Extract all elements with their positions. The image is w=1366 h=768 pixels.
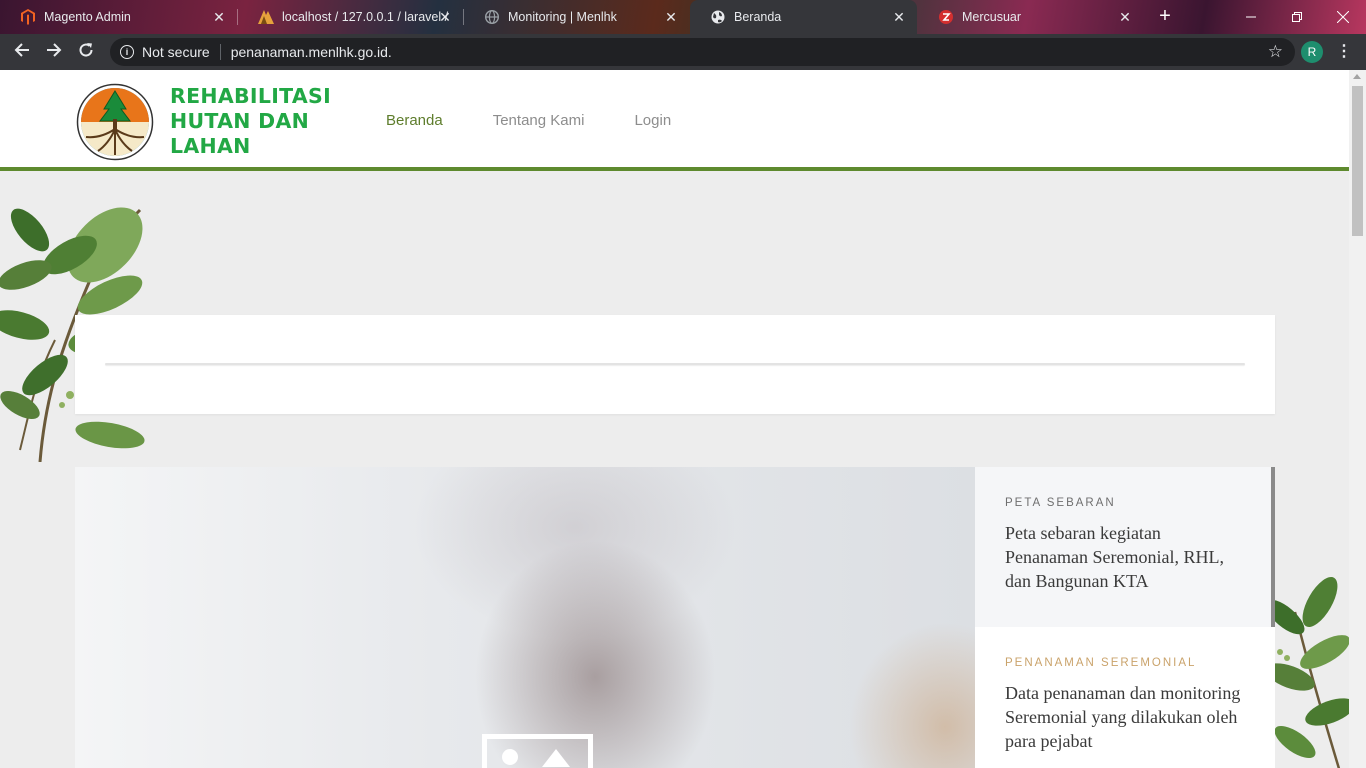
- arrow-left-icon: [14, 43, 29, 57]
- back-button[interactable]: [10, 40, 34, 64]
- profile-avatar[interactable]: R: [1301, 41, 1323, 63]
- browser-tab-monitoring[interactable]: Monitoring | Menlhk ✕: [464, 0, 689, 34]
- restore-button[interactable]: [1274, 0, 1320, 34]
- arrow-right-icon: [47, 43, 62, 57]
- klhk-logo-icon[interactable]: [76, 83, 154, 161]
- close-icon[interactable]: ✕: [663, 9, 679, 25]
- browser-tab-phpmyadmin[interactable]: localhost / 127.0.0.1 / laravel / ✕: [238, 0, 463, 34]
- search-card: [75, 315, 1275, 414]
- feature-list-scroll-indicator: [1271, 467, 1275, 627]
- browser-tab-magento[interactable]: Magento Admin ✕: [0, 0, 237, 34]
- tab-label: Mercusuar: [962, 10, 1022, 24]
- reload-button[interactable]: [74, 40, 98, 64]
- close-icon[interactable]: ✕: [437, 9, 453, 25]
- close-icon[interactable]: ✕: [211, 9, 227, 25]
- bookmark-star-icon[interactable]: ☆: [1268, 42, 1283, 62]
- feature-kicker: PETA SEBARAN: [1005, 497, 1116, 509]
- close-icon[interactable]: ✕: [1117, 9, 1133, 25]
- info-icon[interactable]: i: [120, 45, 134, 59]
- site-header: REHABILITASI HUTAN DAN LAHAN Beranda Ten…: [0, 70, 1349, 171]
- image-placeholder-icon: [482, 734, 593, 768]
- brand-line-1: REHABILITASI: [170, 84, 332, 108]
- browser-toolbar: i Not secure penanaman.menlhk.go.id. ☆: [0, 34, 1366, 70]
- brand-title[interactable]: REHABILITASI HUTAN DAN LAHAN: [170, 84, 331, 159]
- close-window-button[interactable]: [1320, 0, 1366, 34]
- feature-kicker: PENANAMAN SEREMONIAL: [1005, 657, 1197, 669]
- url-text[interactable]: penanaman.menlhk.go.id.: [231, 44, 392, 60]
- feature-list: PETA SEBARAN Peta sebaran kegiatan Penan…: [975, 467, 1275, 768]
- address-bar[interactable]: i Not secure penanaman.menlhk.go.id. ☆: [110, 38, 1295, 66]
- nav-item-login[interactable]: Login: [634, 112, 671, 129]
- globe-icon: [484, 9, 500, 25]
- address-divider: [219, 44, 221, 60]
- minimize-icon: [1246, 16, 1256, 18]
- tab-label: Magento Admin: [44, 10, 131, 24]
- browser-menu-icon[interactable]: ⋮: [1336, 41, 1352, 63]
- tab-label: localhost / 127.0.0.1 / laravel /: [282, 10, 449, 24]
- nav-item-tentang-kami[interactable]: Tentang Kami: [493, 112, 585, 129]
- restore-icon: [1292, 12, 1302, 22]
- nav-item-beranda[interactable]: Beranda: [386, 112, 443, 129]
- minimize-button[interactable]: [1228, 0, 1274, 34]
- tab-label: Monitoring | Menlhk: [508, 10, 617, 24]
- close-icon[interactable]: ✕: [891, 9, 907, 25]
- phpmyadmin-icon: [258, 9, 274, 25]
- feature-item-penanaman-seremonial[interactable]: PENANAMAN SEREMONIAL Data penanaman dan …: [975, 627, 1275, 768]
- leaves-decoration-icon: [1265, 577, 1349, 768]
- forward-button[interactable]: [42, 40, 66, 64]
- scrollbar-thumb[interactable]: [1352, 86, 1363, 236]
- brand-line-2: HUTAN DAN: [170, 109, 310, 133]
- search-input[interactable]: [105, 363, 1245, 365]
- browser-tab-bar: Magento Admin ✕ localhost / 127.0.0.1 / …: [0, 0, 1366, 34]
- mercusuar-icon: [938, 9, 954, 25]
- brand-line-3: LAHAN: [170, 134, 251, 158]
- magento-icon: [20, 9, 36, 25]
- close-icon: [1337, 11, 1349, 23]
- browser-tab-mercusuar[interactable]: Mercusuar ✕: [918, 0, 1143, 34]
- main-nav: Beranda Tentang Kami Login: [386, 112, 721, 129]
- scroll-up-icon[interactable]: [1353, 74, 1361, 79]
- page-scrollbar[interactable]: [1349, 70, 1366, 768]
- feature-item-peta-sebaran[interactable]: PETA SEBARAN Peta sebaran kegiatan Penan…: [975, 467, 1275, 627]
- tab-label: Beranda: [734, 10, 782, 24]
- page-viewport: REHABILITASI HUTAN DAN LAHAN Beranda Ten…: [0, 70, 1349, 768]
- browser-tab-beranda[interactable]: Beranda ✕: [690, 0, 917, 34]
- new-tab-button[interactable]: +: [1153, 5, 1177, 29]
- feature-description: Peta sebaran kegiatan Penanaman Seremoni…: [1005, 523, 1224, 591]
- globe-icon: [710, 9, 726, 25]
- reload-icon: [79, 43, 93, 57]
- feature-description: Data penanaman dan monitoring Seremonial…: [1005, 683, 1241, 751]
- hero-image[interactable]: [75, 467, 975, 768]
- security-label: Not secure: [142, 44, 210, 60]
